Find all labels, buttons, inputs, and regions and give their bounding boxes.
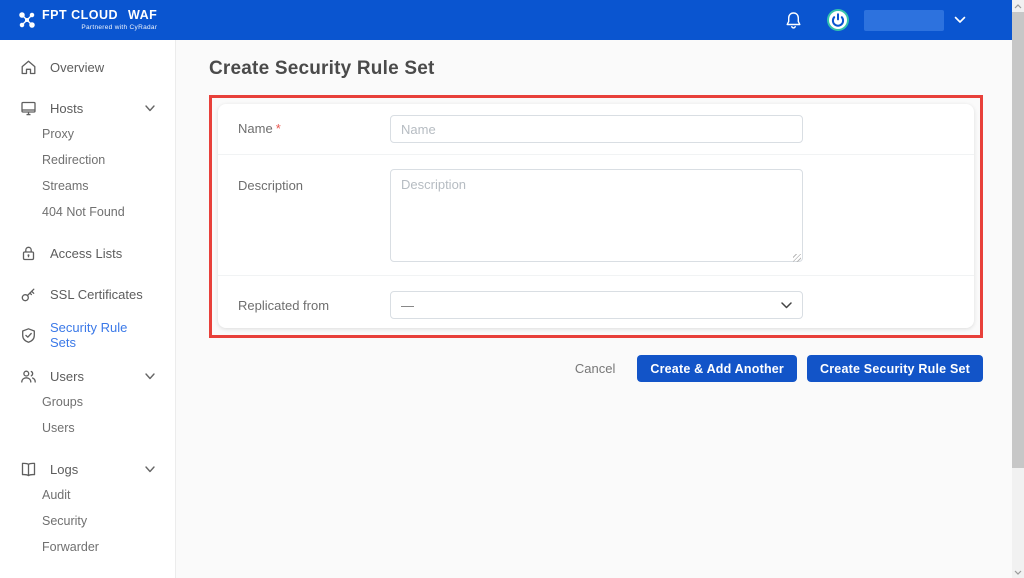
form-row-name: Name *: [218, 104, 974, 155]
red-annotation-box: Name* Description Replicated from —: [209, 95, 983, 338]
sidebar-item-label: Access Lists: [50, 245, 123, 261]
create-rule-set-form: Name* Description Replicated from —: [218, 104, 974, 328]
replicated-from-label: Replicated from: [238, 298, 330, 313]
description-textarea[interactable]: [390, 169, 803, 262]
sidebar-item-users[interactable]: Users: [0, 415, 175, 441]
sidebar-item-label: SSL Certificates: [50, 286, 143, 302]
sidebar-nav: Overview Hosts Proxy Redirection Streams…: [0, 40, 176, 578]
name-input[interactable]: [390, 115, 803, 143]
power-icon[interactable]: [826, 8, 850, 32]
chevron-down-icon[interactable]: [954, 16, 966, 24]
scrollbar-thumb[interactable]: [1012, 12, 1024, 468]
sidebar-item-label: Overview: [50, 59, 105, 75]
chevron-down-icon: [145, 372, 155, 379]
sidebar-item-forwarder[interactable]: Forwarder: [0, 534, 175, 560]
page-title: Create Security Rule Set: [209, 58, 435, 79]
selected-value: —: [401, 297, 414, 313]
users-icon: [20, 368, 37, 385]
sidebar-item-label: Users: [50, 368, 84, 384]
brand-tagline: Partnered with CyRadar: [81, 23, 158, 31]
scroll-up-icon[interactable]: [1012, 0, 1024, 12]
required-asterisk: *: [275, 121, 281, 136]
form-actions: Cancel Create & Add Another Create Secur…: [209, 355, 983, 382]
bell-icon[interactable]: [785, 11, 802, 30]
fpt-network-icon: [19, 12, 35, 28]
brand-name-waf: WAF: [128, 8, 158, 22]
brand-name: FPT CLOUD WAF: [42, 9, 157, 22]
sidebar-item-overview[interactable]: Overview: [0, 54, 175, 80]
sidebar-item-redirection[interactable]: Redirection: [0, 147, 175, 173]
create-security-rule-set-button[interactable]: Create Security Rule Set: [807, 355, 983, 382]
description-label: Description: [238, 178, 304, 193]
sidebar-item-ssl-certificates[interactable]: SSL Certificates: [0, 281, 175, 307]
main-content: Create Security Rule Set Name* Descripti…: [177, 40, 1012, 578]
sidebar-item-groups[interactable]: Groups: [0, 389, 175, 415]
header-actions: [785, 8, 966, 32]
sidebar-item-streams[interactable]: Streams: [0, 173, 175, 199]
lock-icon: [20, 245, 37, 262]
sidebar-item-proxy[interactable]: Proxy: [0, 121, 175, 147]
name-label: Name *: [238, 121, 281, 136]
key-icon: [20, 286, 37, 303]
chevron-down-icon: [145, 104, 155, 111]
sidebar-item-security[interactable]: Security: [0, 508, 175, 534]
sidebar-item-logs[interactable]: Logs: [0, 456, 175, 482]
sidebar-item-404-not-found[interactable]: 404 Not Found: [0, 199, 175, 225]
form-row-description: Description: [218, 155, 974, 276]
form-row-replicated-from: Replicated from —: [218, 276, 974, 333]
home-icon: [20, 59, 37, 76]
chevron-down-icon: [145, 465, 155, 472]
create-add-another-button[interactable]: Create & Add Another: [637, 355, 797, 382]
resize-handle-icon[interactable]: [793, 254, 801, 262]
cancel-button[interactable]: Cancel: [575, 361, 615, 376]
sidebar-item-audit[interactable]: Audit: [0, 482, 175, 508]
top-bar: FPT CLOUD WAF Partnered with CyRadar: [0, 0, 1012, 40]
shield-check-icon: [20, 327, 37, 344]
book-icon: [20, 461, 37, 478]
chevron-down-icon: [781, 301, 792, 308]
sidebar-item-label: Hosts: [50, 100, 84, 116]
brand-logo: FPT CLOUD WAF Partnered with CyRadar: [18, 9, 157, 31]
brand-name-fptcloud: FPT CLOUD: [42, 8, 119, 22]
sidebar-item-users-group[interactable]: Users: [0, 363, 175, 389]
user-account-button[interactable]: [864, 9, 944, 31]
sidebar-item-hosts[interactable]: Hosts: [0, 95, 175, 121]
scroll-down-icon[interactable]: [1012, 566, 1024, 578]
sidebar-item-access-lists[interactable]: Access Lists: [0, 240, 175, 266]
vertical-scrollbar[interactable]: [1012, 0, 1024, 578]
sidebar-item-label: Security Rule Sets: [50, 320, 128, 350]
monitor-icon: [20, 100, 37, 117]
replicated-from-select[interactable]: —: [390, 291, 803, 319]
sidebar-item-label: Logs: [50, 461, 79, 477]
sidebar-item-security-rule-sets[interactable]: Security Rule Sets: [0, 320, 175, 350]
